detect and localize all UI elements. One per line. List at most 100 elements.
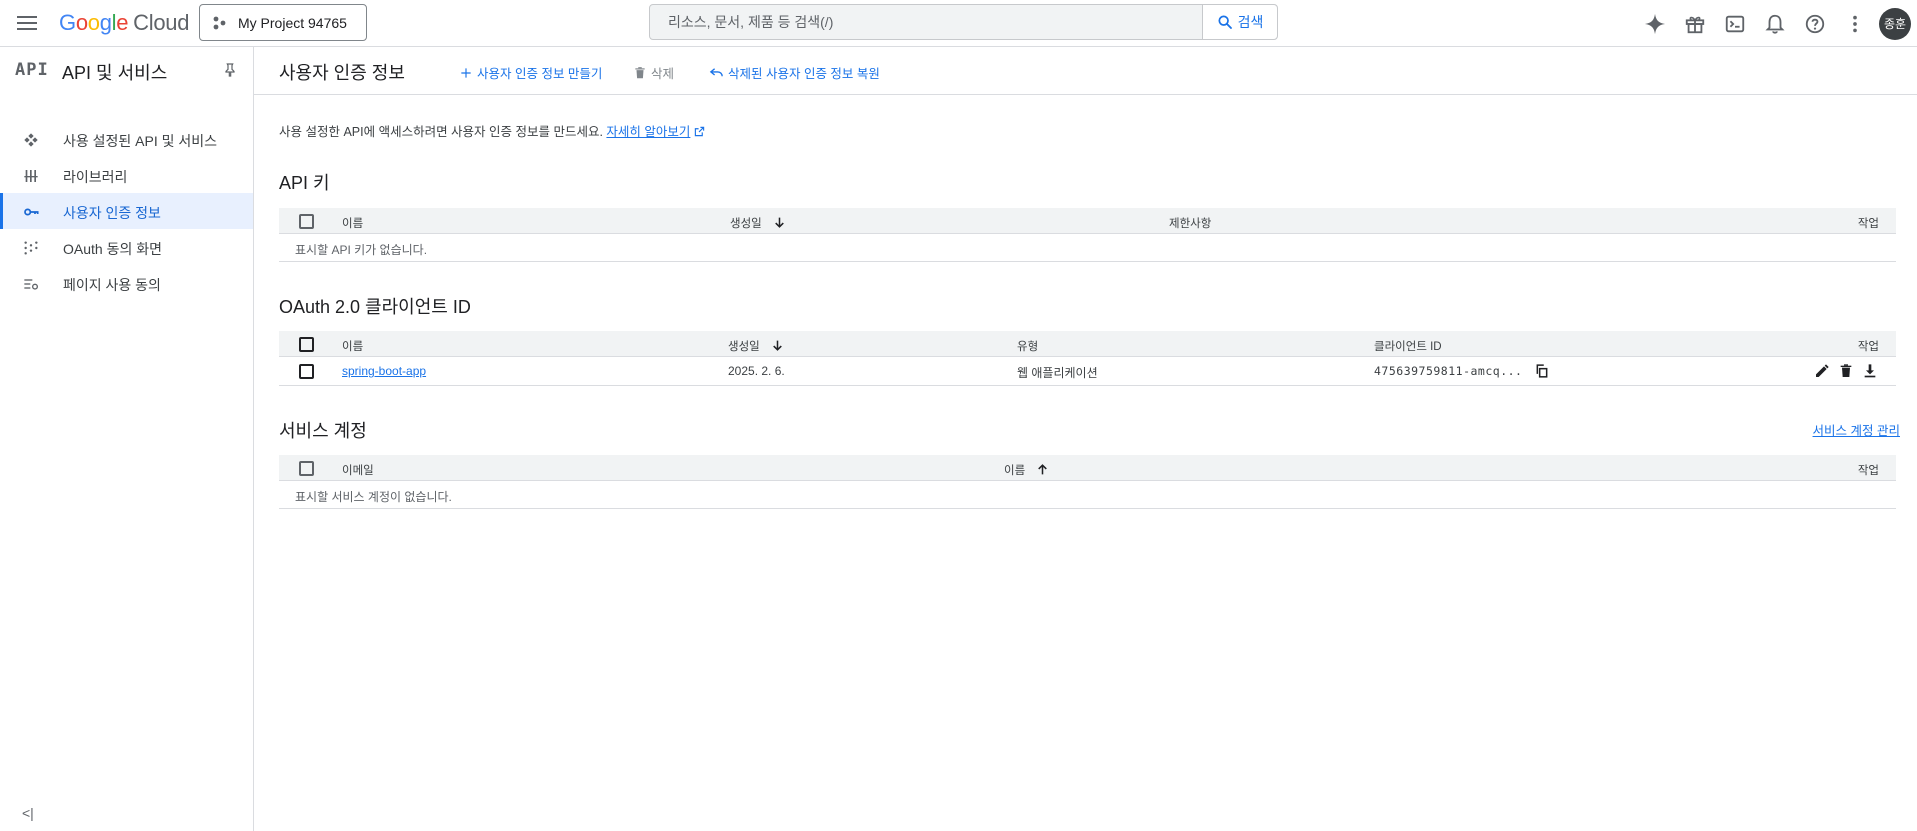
external-link-icon <box>694 126 705 137</box>
col-name[interactable]: 이름 <box>1004 462 1049 478</box>
manage-service-accounts-link[interactable]: 서비스 계정 관리 <box>1813 420 1900 439</box>
row-actions <box>1814 363 1878 379</box>
col-name[interactable]: 이름 <box>342 338 363 354</box>
sidebar-nav: 사용 설정된 API 및 서비스 라이브러리 사용자 인증 정보 OAuth 동… <box>0 121 253 301</box>
api-icon: API <box>15 60 49 80</box>
bell-icon[interactable] <box>1755 4 1795 44</box>
delete-button[interactable]: 삭제 <box>633 63 674 82</box>
col-actions: 작업 <box>1857 341 1879 353</box>
empty-message: 표시할 API 키가 없습니다. <box>295 243 428 257</box>
col-created-label: 생성일 <box>730 218 762 230</box>
row-checkbox[interactable] <box>299 364 314 379</box>
service-accounts-title: 서비스 계정 <box>279 421 367 441</box>
help-icon[interactable] <box>1795 4 1835 44</box>
sidebar-header: API API 및 서비스 <box>0 47 253 95</box>
client-id: 475639759811-amcq... <box>1374 364 1523 378</box>
search-button-label: 검색 <box>1237 14 1264 30</box>
sidebar-item-label: 사용자 인증 정보 <box>63 205 161 221</box>
more-icon[interactable] <box>1835 4 1875 44</box>
logo-suffix: Cloud <box>133 10 190 35</box>
created-date: 2025. 2. 6. <box>728 364 785 378</box>
search-bar: 검색 <box>649 4 1278 40</box>
page-title: 사용자 인증 정보 <box>279 63 405 83</box>
diamond-icon <box>22 131 40 149</box>
sidebar-item-oauth-consent[interactable]: OAuth 동의 화면 <box>0 229 253 265</box>
select-all-checkbox[interactable] <box>299 337 314 352</box>
restore-deleted-button[interactable]: 삭제된 사용자 인증 정보 복원 <box>709 63 880 82</box>
project-icon <box>213 16 226 29</box>
copy-icon[interactable] <box>1535 364 1549 378</box>
gemini-icon[interactable] <box>1635 4 1675 44</box>
col-restrictions: 제한사항 <box>1169 218 1212 230</box>
sidebar-item-label: 라이브러리 <box>63 169 128 185</box>
trash-icon <box>635 66 645 78</box>
collapse-sidebar-icon[interactable]: <| <box>22 805 34 821</box>
search-icon <box>1218 15 1232 29</box>
col-actions: 작업 <box>1857 465 1879 477</box>
download-icon[interactable] <box>1862 363 1878 379</box>
select-all-checkbox[interactable] <box>299 461 314 476</box>
sidebar-item-credentials[interactable]: 사용자 인증 정보 <box>0 193 253 229</box>
gift-icon[interactable] <box>1675 4 1715 44</box>
intro-text: 사용 설정한 API에 액세스하려면 사용자 인증 정보를 만드세요. 자세히 … <box>279 121 705 140</box>
api-keys-table: 이름 생성일 제한사항 작업 표시할 API 키가 없습니다. <box>279 208 1896 262</box>
col-created[interactable]: 생성일 <box>730 215 786 231</box>
key-icon <box>22 203 40 221</box>
delete-label: 삭제 <box>651 67 675 81</box>
oauth-icon <box>22 239 40 257</box>
plus-icon <box>461 67 471 78</box>
learn-more-link[interactable]: 자세히 알아보기 <box>606 125 690 139</box>
intro-message: 사용 설정한 API에 액세스하려면 사용자 인증 정보를 만드세요. <box>279 125 603 139</box>
avatar[interactable]: 종훈 <box>1879 7 1911 40</box>
undo-icon <box>709 68 723 77</box>
terminal-icon[interactable] <box>1715 4 1755 44</box>
empty-message: 표시할 서비스 계정이 없습니다. <box>295 490 452 504</box>
sidebar-item-label: 사용 설정된 API 및 서비스 <box>63 133 218 149</box>
client-type: 웹 애플리케이션 <box>1017 366 1098 380</box>
project-name: My Project 94765 <box>238 14 347 31</box>
client-name-link[interactable]: spring-boot-app <box>342 364 426 378</box>
table-row: spring-boot-app 2025. 2. 6. 웹 애플리케이션 475… <box>279 357 1896 386</box>
main-content: 사용자 인증 정보 사용자 인증 정보 만들기 삭제 삭제된 사용자 인증 정보… <box>254 47 1917 831</box>
col-email[interactable]: 이메일 <box>342 462 374 478</box>
oauth-title: OAuth 2.0 클라이언트 ID <box>279 297 471 317</box>
col-name[interactable]: 이름 <box>342 215 363 231</box>
top-actions: 종훈 <box>1635 0 1917 47</box>
create-credentials-button[interactable]: 사용자 인증 정보 만들기 <box>459 63 602 82</box>
select-all-checkbox[interactable] <box>299 214 314 229</box>
settings-list-icon <box>22 275 40 293</box>
sidebar-item-library[interactable]: 라이브러리 <box>0 157 253 193</box>
project-picker-button[interactable]: My Project 94765 <box>199 4 367 41</box>
arrow-down-icon <box>775 217 784 228</box>
google-cloud-logo[interactable]: Google Cloud <box>59 10 189 36</box>
sidebar-item-page-consent[interactable]: 페이지 사용 동의 <box>0 265 253 301</box>
sidebar-title: API 및 서비스 <box>62 63 168 83</box>
top-bar: GoogleCloud My Project 94765 검색 종훈 <box>0 0 1917 47</box>
sidebar-item-enabled-apis[interactable]: 사용 설정된 API 및 서비스 <box>0 121 253 157</box>
table-header: 이름 생성일 유형 클라이언트 ID 작업 <box>279 331 1896 357</box>
restore-deleted-label: 삭제된 사용자 인증 정보 복원 <box>728 67 880 81</box>
main-menu-icon[interactable] <box>14 11 40 35</box>
service-accounts-table: 이메일 이름 작업 표시할 서비스 계정이 없습니다. <box>279 455 1896 509</box>
create-credentials-label: 사용자 인증 정보 만들기 <box>477 67 603 81</box>
trash-icon[interactable] <box>1838 363 1854 379</box>
col-actions: 작업 <box>1857 218 1879 230</box>
pin-icon[interactable] <box>222 62 238 78</box>
empty-row: 표시할 API 키가 없습니다. <box>279 234 1896 262</box>
col-type[interactable]: 유형 <box>1017 338 1038 354</box>
edit-icon[interactable] <box>1814 363 1830 379</box>
api-keys-title: API 키 <box>279 173 330 193</box>
arrow-down-icon <box>773 340 782 351</box>
search-input[interactable] <box>650 5 1202 39</box>
sidebar-item-label: 페이지 사용 동의 <box>63 277 161 293</box>
learn-more-label: 자세히 알아보기 <box>606 125 691 139</box>
col-created-label: 생성일 <box>728 341 760 353</box>
arrow-up-icon <box>1038 464 1048 475</box>
library-icon <box>22 167 40 185</box>
col-created[interactable]: 생성일 <box>728 338 784 354</box>
table-header: 이메일 이름 작업 <box>279 455 1896 481</box>
empty-row: 표시할 서비스 계정이 없습니다. <box>279 481 1896 509</box>
search-button[interactable]: 검색 <box>1202 5 1277 39</box>
page-header: 사용자 인증 정보 사용자 인증 정보 만들기 삭제 삭제된 사용자 인증 정보… <box>254 47 1917 95</box>
col-name-label: 이름 <box>1004 465 1026 477</box>
